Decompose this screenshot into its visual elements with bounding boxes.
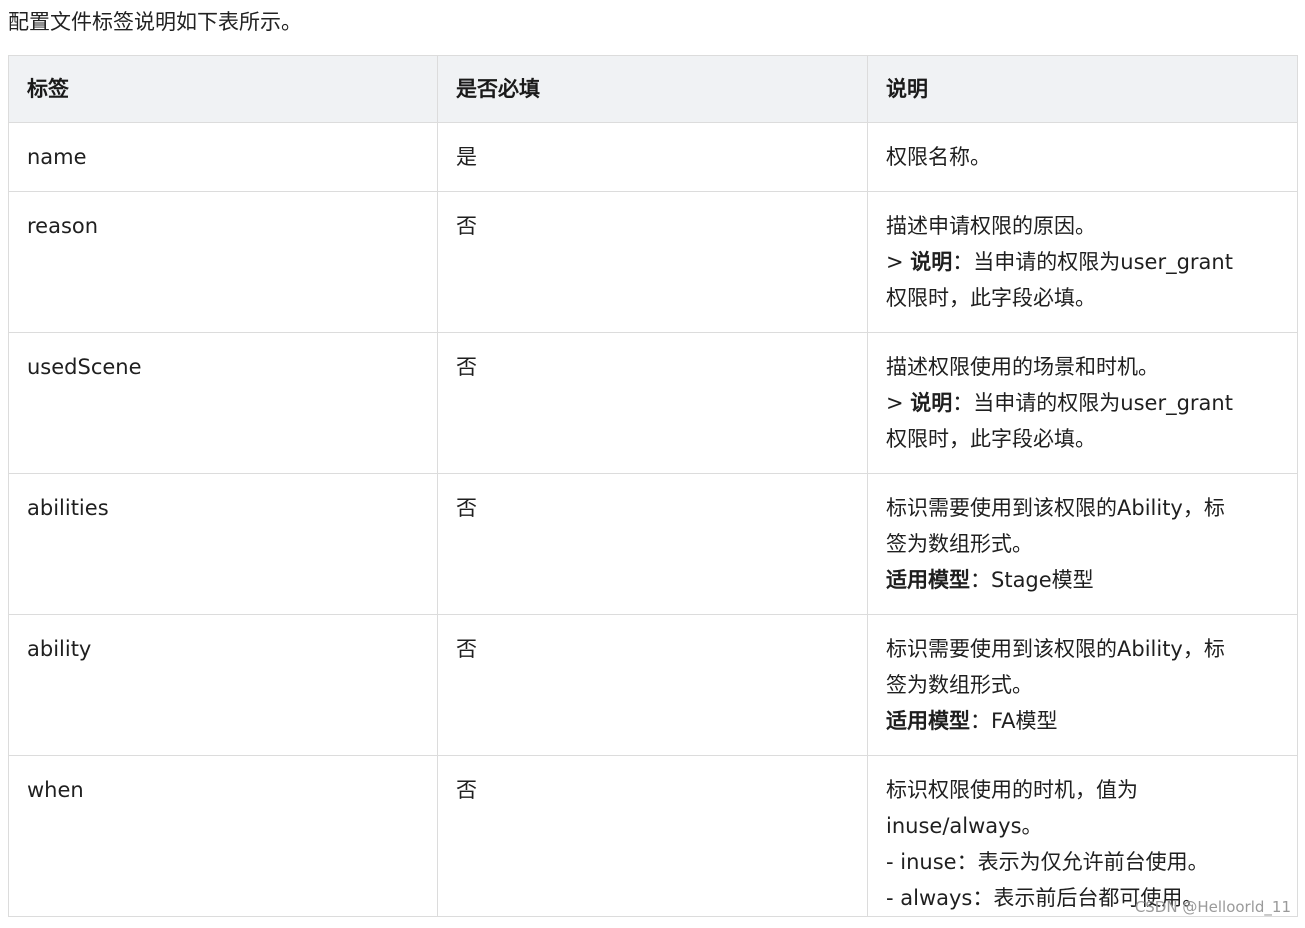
header-tag: 标签 xyxy=(8,55,438,123)
desc-line: 签为数组形式。 xyxy=(886,532,1033,556)
cell-description: 标识需要使用到该权限的Ability，标 签为数组形式。 适用模型：Stage模… xyxy=(867,473,1298,615)
watermark: CSDN @Helloorld_11 xyxy=(1134,898,1291,916)
desc-line: inuse/always。 xyxy=(886,814,1043,838)
cell-tag: reason xyxy=(8,191,438,333)
desc-line: 描述申请权限的原因。 xyxy=(886,214,1096,238)
note-prefix: > xyxy=(886,250,911,274)
model-label: 适用模型 xyxy=(886,709,970,733)
table-row: when 否 标识权限使用的时机，值为 inuse/always。 - inus… xyxy=(8,755,1298,917)
desc-note: > 说明：当申请的权限为user_grant xyxy=(886,244,1279,280)
cell-description: 标识需要使用到该权限的Ability，标 签为数组形式。 适用模型：FA模型 xyxy=(867,614,1298,756)
desc-line: 权限名称。 xyxy=(886,145,991,169)
desc-line: 标识需要使用到该权限的Ability，标 xyxy=(886,637,1225,661)
note-label: 说明 xyxy=(910,391,953,415)
cell-tag: abilities xyxy=(8,473,438,615)
table-row: ability 否 标识需要使用到该权限的Ability，标 签为数组形式。 适… xyxy=(8,614,1298,756)
config-tag-table: 标签 是否必填 说明 name 是 权限名称。 reason 否 描述申请权限的… xyxy=(8,55,1298,917)
cell-required: 是 xyxy=(437,122,868,192)
cell-description: 描述权限使用的场景和时机。 > 说明：当申请的权限为user_grant 权限时… xyxy=(867,332,1298,474)
model-text: ：Stage模型 xyxy=(970,568,1094,592)
cell-tag: name xyxy=(8,122,438,192)
desc-note-continued: 权限时，此字段必填。 xyxy=(886,286,1096,310)
desc-note: > 说明：当申请的权限为user_grant xyxy=(886,385,1279,421)
cell-required: 否 xyxy=(437,332,868,474)
table-row: usedScene 否 描述权限使用的场景和时机。 > 说明：当申请的权限为us… xyxy=(8,332,1298,474)
header-description: 说明 xyxy=(867,55,1298,123)
cell-required: 否 xyxy=(437,614,868,756)
table-row: reason 否 描述申请权限的原因。 > 说明：当申请的权限为user_gra… xyxy=(8,191,1298,333)
desc-model: 适用模型：FA模型 xyxy=(886,703,1279,739)
desc-model: 适用模型：Stage模型 xyxy=(886,562,1279,598)
note-prefix: > xyxy=(886,391,911,415)
desc-line: 标识权限使用的时机，值为 xyxy=(886,778,1138,802)
note-text: ：当申请的权限为user_grant xyxy=(952,250,1233,274)
cell-required: 否 xyxy=(437,473,868,615)
note-label: 说明 xyxy=(910,250,953,274)
model-text: ：FA模型 xyxy=(970,709,1058,733)
cell-tag: usedScene xyxy=(8,332,438,474)
cell-description: 标识权限使用的时机，值为 inuse/always。 - inuse：表示为仅允… xyxy=(867,755,1298,917)
cell-description: 权限名称。 xyxy=(867,122,1298,192)
cell-required: 否 xyxy=(437,191,868,333)
header-required: 是否必填 xyxy=(437,55,868,123)
desc-line: 签为数组形式。 xyxy=(886,673,1033,697)
desc-line: - inuse：表示为仅允许前台使用。 xyxy=(886,850,1209,874)
cell-description: 描述申请权限的原因。 > 说明：当申请的权限为user_grant 权限时，此字… xyxy=(867,191,1298,333)
table-row: name 是 权限名称。 xyxy=(8,122,1298,192)
intro-text: 配置文件标签说明如下表所示。 xyxy=(8,10,302,34)
desc-note-continued: 权限时，此字段必填。 xyxy=(886,427,1096,451)
model-label: 适用模型 xyxy=(886,568,970,592)
table-header-row: 标签 是否必填 说明 xyxy=(8,55,1298,123)
note-text: ：当申请的权限为user_grant xyxy=(952,391,1233,415)
desc-line: 描述权限使用的场景和时机。 xyxy=(886,355,1159,379)
cell-tag: ability xyxy=(8,614,438,756)
table-row: abilities 否 标识需要使用到该权限的Ability，标 签为数组形式。… xyxy=(8,473,1298,615)
desc-line: 标识需要使用到该权限的Ability，标 xyxy=(886,496,1225,520)
cell-required: 否 xyxy=(437,755,868,917)
cell-tag: when xyxy=(8,755,438,917)
